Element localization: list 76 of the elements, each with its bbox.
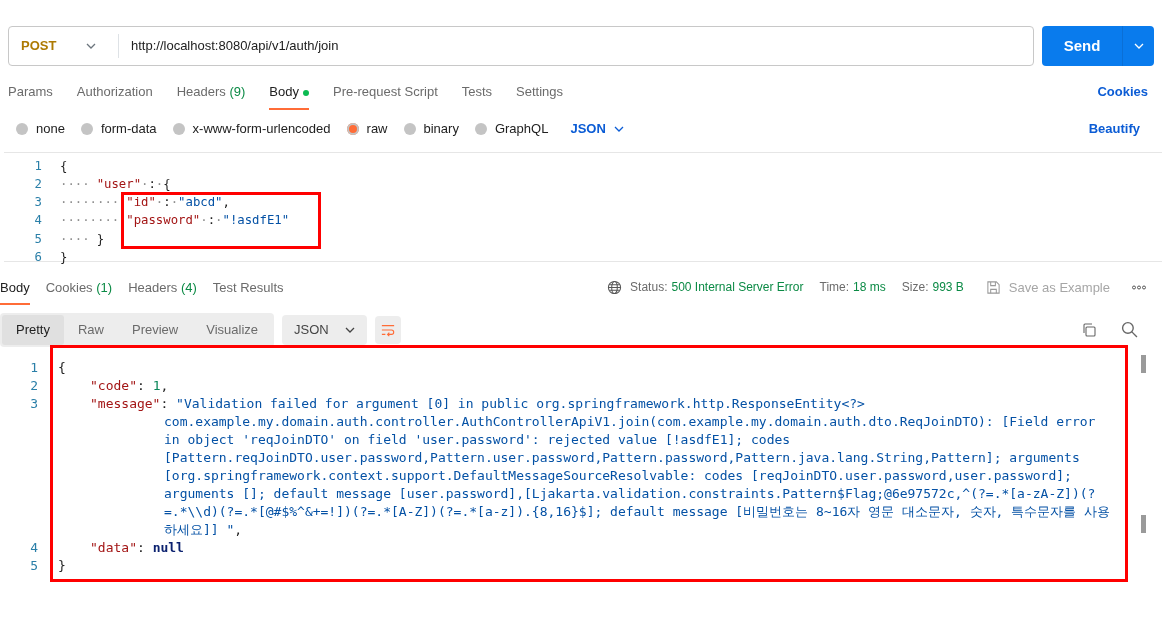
scrollbar-thumb[interactable] [1141,354,1146,373]
more-icon[interactable] [1132,284,1146,290]
meta-value: 500 Internal Server Error [671,279,804,297]
caret-icon [344,326,355,333]
scrollbar-thumb[interactable] [1141,514,1146,533]
code-line: ···· } [60,230,106,248]
line-number: 4 [33,212,42,230]
line-number: 3 [29,394,38,413]
meta-value: 993 B [932,279,964,297]
code-line: { [60,157,69,175]
response-tab[interactable]: Headers (4) [128,269,197,305]
code-line: } [60,249,69,266]
wrap-lines-icon [380,322,395,337]
code-line: "message": "Validation failed for argument [0] in public org.springframework.http.ResponseEntity<?> com.example.my.domain.auth.controller.AuthControllerApiV1.join(com.example.my.domain.auth.dto.ReqJoinDTO): [Field error in object 'reqJoinDTO' on field 'user.password': rejected value [!asdfE1]; codes [Pattern.reqJoinDTO.user.password,Pattern.user.password,Pattern.password,Pattern.java.lang.String,Pattern]; arguments [org.springframework.context.support.DefaultMessageSourceResolvable: codes [reqJoinDTO.user.password,user.password]; arguments []; default message [user.password],[Ljakarta.validation.constraints.Pattern$Flag;@6e97572c,^(?=.*[a-zA-Z])(?=.*\\d)(?=.*[@#$%^&+=!])(?=.*[A-Z])(?=.*[a-z]).{8,16}$]; default message [비밀번호는 8~16자 영문 대소문자, 숫자, 특수문자를 사용하세요]] ", [89,394,1112,539]
floppy-icon [985,279,1001,295]
request-tab[interactable]: Headers (9) [176,74,246,110]
copy-icon[interactable] [1081,321,1097,338]
radio-button[interactable] [172,122,185,135]
line-number: 5 [33,230,42,248]
meta-value: 18 ms [853,279,886,297]
response-tab[interactable]: Cookies (1) [45,269,113,305]
format-dropdown[interactable]: JSON [282,315,367,345]
request-tab[interactable]: Body [269,74,309,110]
view-tab[interactable]: Preview [118,315,193,345]
meta-label: Status: [630,279,668,297]
send-button[interactable]: Send [1042,26,1122,66]
caret-icon [613,125,624,132]
radio-button[interactable] [403,122,416,135]
option-label: form-data [100,119,157,138]
code-line: { [58,358,67,377]
wrap-lines-button[interactable] [374,315,401,344]
response-tab[interactable]: Body [0,269,30,305]
line-number: 1 [29,358,38,377]
format-dropdown[interactable]: JSON [564,117,630,140]
option-label: raw [366,119,388,138]
line-number: 1 [33,157,42,175]
search-icon[interactable] [1121,321,1138,339]
option-label: x-www-form-urlencoded [192,119,331,138]
response-tab[interactable]: Test Results [212,269,284,305]
code-line: } [58,556,67,575]
line-number: 3 [33,194,42,212]
line-number: 2 [29,376,38,395]
request-tab[interactable]: Settings [516,74,564,110]
view-tab[interactable]: Pretty [2,315,64,345]
option-label: binary [423,119,459,138]
code-line: ········ "id"·:·"abcd", [60,194,231,212]
caret-icon [86,43,96,49]
radio-button[interactable] [346,122,359,135]
view-tab[interactable]: Raw [63,315,118,345]
meta-label: Time: [819,279,850,297]
beautify-button[interactable]: Beautify [1082,117,1146,140]
code-line: ···· "user"·:·{ [60,175,172,193]
line-number: 4 [29,538,38,557]
method-dropdown[interactable]: POST [9,34,119,58]
option-label: none [36,119,65,138]
send-options-button[interactable] [1122,26,1154,66]
option-label: GraphQL [494,119,549,138]
cookies-link[interactable]: Cookies [1091,81,1154,103]
code-line: ········ "password"·:·"!asdfE1" [60,212,291,230]
line-number: 2 [33,175,42,193]
request-tab[interactable]: Pre-request Script [333,74,438,110]
line-number: 5 [29,556,38,575]
radio-button[interactable] [80,122,93,135]
request-tab[interactable]: Authorization [76,74,153,110]
view-tab[interactable]: Visualize [192,315,273,345]
code-line: "code": 1, [89,376,170,395]
globe-icon [607,279,623,295]
radio-button[interactable] [474,122,487,135]
request-tab[interactable]: Tests [461,74,493,110]
line-number: 6 [33,249,42,266]
url-bar[interactable]: POST http://localhost:8080/api/v1/auth/join [8,26,1034,66]
radio-button[interactable] [16,122,28,135]
meta-label: Size: [901,279,929,297]
request-tab[interactable]: Params [8,74,53,110]
caret-icon [1133,43,1144,49]
code-line: "data": null [89,538,185,557]
